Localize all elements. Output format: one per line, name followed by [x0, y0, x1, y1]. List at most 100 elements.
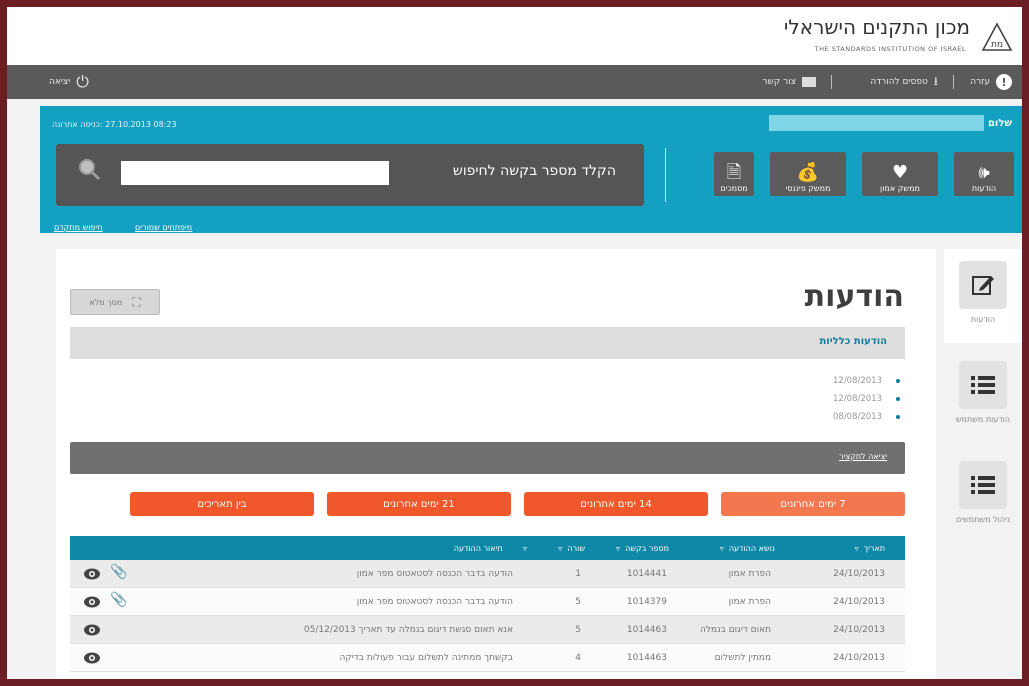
svg-text:מת: מת — [991, 40, 1003, 50]
quick-documents-button[interactable]: 🗎 מסמכים — [714, 152, 754, 196]
table-row[interactable]: 24/10/2013 הפרת אמון 1014379 5 הודעה בדב… — [70, 588, 905, 616]
column-request[interactable]: מספר בקשה ▿ — [616, 536, 669, 560]
cell-subject: תאום דיגום בנמלה — [699, 624, 771, 635]
cell-line: 1 — [575, 568, 581, 579]
expand-icon: ⛶ — [132, 294, 141, 309]
fullscreen-button[interactable]: ⛶ מסך מלא — [70, 289, 160, 315]
column-line[interactable]: שורה ▿ — [558, 536, 585, 560]
cell-request[interactable]: 1014463 — [627, 616, 667, 643]
edit-icon-box — [959, 261, 1007, 309]
info-icon: ! — [996, 74, 1012, 90]
search-icon[interactable] — [76, 156, 102, 182]
cell-date: 24/10/2013 — [833, 652, 885, 663]
tab-messages[interactable]: הודעות — [944, 249, 1022, 343]
divider — [831, 75, 832, 89]
filter-7-days-button[interactable]: 7 ימים אחרונים — [721, 492, 905, 516]
quick-label: ממשק פיננסי — [785, 184, 831, 193]
tab-label: הודעות משתמש — [955, 415, 1011, 424]
help-link[interactable]: ! עזרה — [970, 65, 1012, 99]
eye-icon[interactable] — [84, 594, 100, 610]
table-row[interactable]: 24/10/2013 ממתין לתשלום 1014463 4 בקשתך … — [70, 644, 905, 672]
column-label: נושא ההודעה — [728, 543, 775, 553]
table-row[interactable]: 24/10/2013 תאום דיגום בנמלה 1014463 5 אנ… — [70, 616, 905, 644]
contact-link[interactable]: צור קשר — [762, 65, 816, 99]
cell-request[interactable]: 1014463 — [627, 644, 667, 671]
column-description[interactable]: ▿ תיאור ההודעה — [454, 536, 527, 560]
filter-14-days-button[interactable]: 14 ימים אחרונים — [524, 492, 708, 516]
welcome-panel: שלום 08:23 27.10.2013 :כניסה אחרונה 🕪 הו… — [40, 106, 1022, 233]
table-header: תאריך ▿ נושא ההודעה ▿ מספר בקשה ▿ שורה ▿… — [70, 536, 905, 560]
envelope-icon — [802, 77, 816, 87]
filter-icon: ▿ — [558, 543, 563, 553]
general-message-item[interactable]: 12/08/2013 — [833, 376, 900, 386]
column-date[interactable]: תאריך ▿ — [855, 536, 885, 560]
list-icon-box — [959, 361, 1007, 409]
table-row[interactable]: 24/10/2013 הפרת אמון 1014441 1 הודעה בדב… — [70, 560, 905, 588]
search-label: הקלד מספר בקשה לחיפוש — [452, 163, 616, 179]
cell-request[interactable]: 1014441 — [627, 560, 667, 587]
logo-title-hebrew: מכון התקנים הישראלי — [783, 15, 970, 39]
forms-label: טפסים להורדה — [870, 77, 928, 87]
cell-subject: הפרת אמון — [728, 596, 771, 607]
document-icon: 🗎 — [726, 162, 742, 183]
messages-panel: ⛶ מסך מלא הודעות הודעות כלליות 12/08/201… — [56, 249, 936, 679]
general-messages-bar: הודעות כלליות — [70, 327, 905, 359]
attachment-icon[interactable]: 📎 — [110, 564, 127, 580]
quick-trust-button[interactable]: ♥ ממשק אמון — [862, 152, 938, 196]
filter-21-days-button[interactable]: 21 ימים אחרונים — [327, 492, 511, 516]
item-date: 12/08/2013 — [833, 376, 882, 386]
saved-searches-link[interactable]: מיפתחים שמורים — [135, 223, 192, 232]
cell-date: 24/10/2013 — [833, 596, 885, 607]
money-bag-icon: 💰 — [796, 162, 820, 183]
eye-icon[interactable] — [84, 622, 100, 638]
cell-request[interactable]: 1014379 — [627, 588, 667, 615]
eye-icon[interactable] — [84, 566, 100, 582]
list-icon — [971, 376, 995, 394]
cell-subject: הפרת אמון — [728, 568, 771, 579]
contact-label: צור קשר — [762, 77, 796, 87]
logo-title-english: THE STANDARDS INSTITUTION OF ISRAEL — [814, 45, 966, 53]
forms-download-link[interactable]: ⭳ טפסים להורדה — [870, 65, 938, 99]
tab-label: הודעות — [970, 315, 996, 324]
attachment-icon[interactable]: 📎 — [110, 592, 127, 608]
filter-icon: ▿ — [854, 543, 859, 553]
column-label: שורה — [567, 543, 585, 553]
eye-icon[interactable] — [84, 650, 100, 666]
filter-icon: ▿ — [616, 543, 621, 553]
tab-user-management[interactable]: ניהול משתמשים — [944, 449, 1022, 543]
logout-button[interactable]: ⏻ יציאה — [49, 65, 89, 99]
cell-description: אנא תאום סגשת דיגום בנמלה עד תאריך 05/12… — [303, 624, 513, 635]
cell-date: 24/10/2013 — [833, 568, 885, 579]
tab-user-messages[interactable]: הודעות משתמש — [944, 349, 1022, 443]
quick-messages-button[interactable]: 🕪 הודעות — [954, 152, 1014, 196]
filter-date-range-button[interactable]: בין תאריכים — [130, 492, 314, 516]
summary-link[interactable]: יציאה לתקציר — [839, 452, 887, 461]
heart-icon: ♥ — [891, 162, 909, 183]
quick-financial-button[interactable]: 💰 ממשק פיננסי — [770, 152, 846, 196]
cell-description: הודעה בדבר הכנסה לסטאטוס מפר אמון — [356, 568, 513, 579]
bullet-icon — [896, 396, 900, 401]
logout-label: יציאה — [49, 77, 71, 87]
cell-date: 24/10/2013 — [833, 624, 885, 635]
request-number-input[interactable] — [121, 161, 389, 185]
greeting-label: שלום — [987, 118, 1012, 129]
filter-icon: ▿ — [719, 543, 724, 553]
standards-institute-logo-icon[interactable]: מת — [980, 21, 1014, 55]
page-title: הודעות — [804, 279, 904, 314]
app-window: מת מכון התקנים הישראלי THE STANDARDS INS… — [7, 7, 1022, 679]
fullscreen-label: מסך מלא — [89, 297, 123, 307]
general-message-item[interactable]: 12/08/2013 — [833, 394, 900, 404]
bullet-icon — [896, 414, 900, 419]
cell-line: 4 — [575, 652, 581, 663]
cell-description: בקשתך ממתינה לתשלום עבור פעולות בדיקה — [339, 652, 513, 663]
general-message-item[interactable]: 08/08/2013 — [833, 412, 900, 422]
quick-label: הודעות — [971, 184, 997, 193]
column-label: תיאור ההודעה — [453, 543, 503, 553]
list-icon-box — [959, 461, 1007, 509]
cell-subject: ממתין לתשלום — [714, 652, 771, 663]
item-date: 12/08/2013 — [833, 394, 882, 404]
summary-bar: יציאה לתקציר — [70, 442, 905, 474]
column-subject[interactable]: נושא ההודעה ▿ — [720, 536, 775, 560]
advanced-search-link[interactable]: חיפוש מתקדם — [54, 223, 102, 232]
edit-icon — [972, 276, 994, 295]
